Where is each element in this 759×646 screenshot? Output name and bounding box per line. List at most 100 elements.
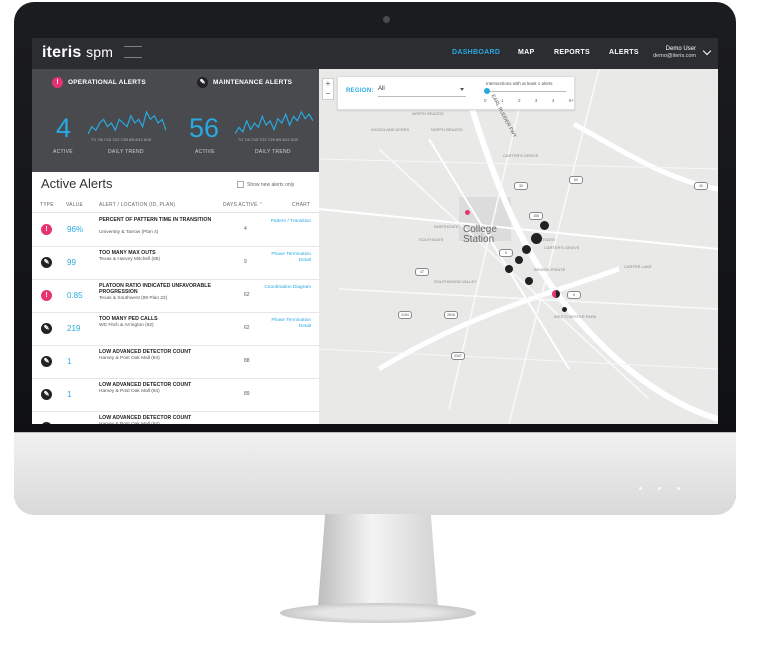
maintenance-alerts-title: MAINTENANCE ALERTS	[213, 79, 293, 86]
table-row[interactable]: ✎ 219 TOO MANY PED CALLS WD Fitch & Arringt…	[32, 312, 319, 346]
col-alert[interactable]: ALERT / LOCATION (ID, PLAN)	[99, 202, 175, 208]
alert-value: 1	[67, 390, 72, 399]
alert-title[interactable]: LOW ADVANCED DETECTOR COUNT	[99, 349, 219, 355]
days-active: 88	[244, 358, 250, 364]
nav-alerts[interactable]: ALERTS	[609, 49, 639, 56]
maintenance-trend-axis: 7/1 7/8 7/15 7/22 7/29 8/5 8/12 8/19	[238, 138, 299, 142]
chart-link[interactable]: Pattern / Transition	[261, 219, 311, 225]
map-label: NORTH BRAZOS	[412, 111, 444, 116]
table-row[interactable]: ✎ 1 LOW ADVANCED DETECTOR COUNT Harvey & Po…	[32, 378, 319, 412]
chart-link[interactable]: Coordination Diagram	[261, 285, 311, 291]
col-type[interactable]: TYPE	[40, 202, 54, 208]
maintenance-trend-sparkline	[235, 110, 313, 135]
wrench-icon: ✎	[41, 323, 52, 334]
table-row[interactable]: ! 96% PERCENT OF PATTERN TIME IN TRANSITIO…	[32, 213, 319, 247]
intersection-marker[interactable]	[531, 233, 542, 244]
monitor-stand-base	[280, 603, 476, 623]
zoom-controls: + −	[322, 78, 334, 100]
alert-title[interactable]: PLATOON RATIO INDICATED UNFAVORABLE PROG…	[99, 283, 219, 295]
days-active: 9	[244, 259, 247, 265]
nav-dashboard[interactable]: DASHBOARD	[452, 49, 500, 56]
map-label: SOUTHGATE	[419, 237, 444, 242]
region-filter-bar: REGION: All Intersections with at least …	[337, 76, 575, 110]
new-only-toggle[interactable]: Show new alerts only	[237, 181, 294, 188]
operational-count-label: ACTIVE	[53, 149, 73, 155]
new-only-label: Show new alerts only	[247, 181, 295, 188]
operational-alerts-card[interactable]: ! OPERATIONAL ALERTS 4 ACTIVE 7/1 7/8 7/…	[32, 69, 175, 172]
wrench-icon: ✎	[41, 389, 52, 400]
map-label: SOUTHWOOD VALLEY	[434, 279, 477, 284]
monitor-stand-neck	[318, 514, 438, 606]
slider-knob[interactable]	[484, 88, 490, 94]
col-value[interactable]: VALUE	[66, 202, 83, 208]
region-label: REGION:	[346, 88, 374, 94]
alert-location: Harvey & Post Oak Mall (84)	[99, 389, 160, 394]
table-row[interactable]: ✎ 88 LOW ADVANCED DETECTOR COUNTHarvey & P…	[32, 411, 319, 424]
highway-shield: 158	[529, 212, 543, 220]
days-active: 4	[244, 226, 247, 232]
alert-location: Harvey & Post Oak Mall (84)	[99, 356, 160, 361]
nav-map[interactable]: MAP	[518, 49, 534, 56]
alert-exclamation-icon: !	[41, 224, 52, 235]
alert-title[interactable]: TOO MANY PED CALLS	[99, 316, 219, 322]
alert-location: WD Fitch & Arrington (62)	[99, 323, 154, 328]
user-menu[interactable]: Demo User demo@iteris.com	[653, 46, 696, 60]
table-row[interactable]: ! 0.85 PLATOON RATIO INDICATED UNFAVORABLE…	[32, 279, 319, 313]
intersection-marker[interactable]	[522, 245, 531, 254]
map-label: CARTER'S GROVE	[503, 153, 539, 158]
table-row[interactable]: ✎ 1 LOW ADVANCED DETECTOR COUNT Harvey & Po…	[32, 345, 319, 379]
chart-link[interactable]: Phase Termination Detail	[261, 252, 311, 264]
map-label: CARTER LAKE	[624, 264, 652, 269]
alert-title[interactable]: TOO MANY MAX OUTS	[99, 250, 219, 256]
alert-title[interactable]: PERCENT OF PATTERN TIME IN TRANSITION	[99, 217, 219, 223]
intersection-marker[interactable]	[540, 221, 549, 230]
intersection-marker[interactable]	[505, 265, 513, 273]
region-value: All	[378, 86, 385, 92]
threshold-label: Intersections with at least 1 alerts	[486, 81, 553, 86]
alert-exclamation-icon: !	[41, 290, 52, 301]
table-row[interactable]: ✎ 99 TOO MANY MAX OUTS Texas & Harvey Mitch…	[32, 246, 319, 280]
map-view[interactable]: + − REGION: All Intersections with at le…	[319, 69, 718, 424]
alert-title[interactable]: LOW ADVANCED DETECTOR COUNT	[99, 415, 219, 421]
threshold-slider[interactable]	[484, 88, 566, 94]
city-label: College Station	[463, 224, 497, 245]
intersection-marker[interactable]	[525, 277, 533, 285]
map-label: WESTCHESTER PARK	[554, 314, 597, 319]
wrench-icon: ✎	[41, 422, 52, 424]
nav-reports[interactable]: REPORTS	[554, 49, 590, 56]
alert-title[interactable]: LOW ADVANCED DETECTOR COUNT	[99, 382, 219, 388]
intersection-marker[interactable]	[562, 307, 567, 312]
operational-trend-axis: 7/1 7/8 7/15 7/22 7/29 8/5 8/12 8/19	[91, 138, 152, 142]
highway-shield: 6	[567, 291, 581, 299]
col-chart[interactable]: CHART	[292, 202, 310, 208]
active-alerts-panel: Active Alerts Show new alerts only TYPE …	[32, 172, 319, 424]
map-label: BRIDGE POINTE	[534, 267, 566, 272]
sort-arrow-icon: ⌃	[259, 202, 264, 208]
chart-link[interactable]: Phase Termination Detail	[261, 318, 311, 330]
days-active: 62	[244, 325, 250, 331]
highway-shield: 40	[694, 182, 708, 190]
maintenance-count: 56	[189, 113, 220, 143]
wrench-icon: ✎	[197, 77, 208, 88]
alert-value: 219	[67, 324, 81, 333]
checkbox-icon[interactable]	[237, 181, 244, 188]
highway-shield: 2818	[444, 311, 458, 319]
intersection-marker[interactable]	[515, 256, 523, 264]
intersection-marker[interactable]	[552, 290, 560, 298]
region-select[interactable]: All	[378, 86, 466, 97]
alert-exclamation-icon: !	[52, 77, 63, 88]
logo-mark-icon	[124, 46, 142, 58]
zoom-in-button[interactable]: +	[323, 79, 333, 89]
map-roads	[319, 69, 718, 424]
highway-shield: 2347	[451, 352, 465, 360]
app-logo[interactable]: iteris spm	[42, 44, 113, 62]
col-days[interactable]: DAYS ACTIVE ⌃	[223, 202, 264, 208]
wrench-icon: ✎	[41, 356, 52, 367]
operational-count: 4	[56, 113, 72, 143]
intersection-marker[interactable]	[465, 210, 470, 215]
maintenance-alerts-card[interactable]: ✎ MAINTENANCE ALERTS 56 ACTIVE 7/1 7/8 7…	[175, 69, 318, 172]
days-active: 89	[244, 391, 250, 397]
maintenance-trend-line	[235, 110, 313, 135]
zoom-out-button[interactable]: −	[323, 89, 333, 99]
chevron-down-icon[interactable]	[702, 46, 712, 56]
